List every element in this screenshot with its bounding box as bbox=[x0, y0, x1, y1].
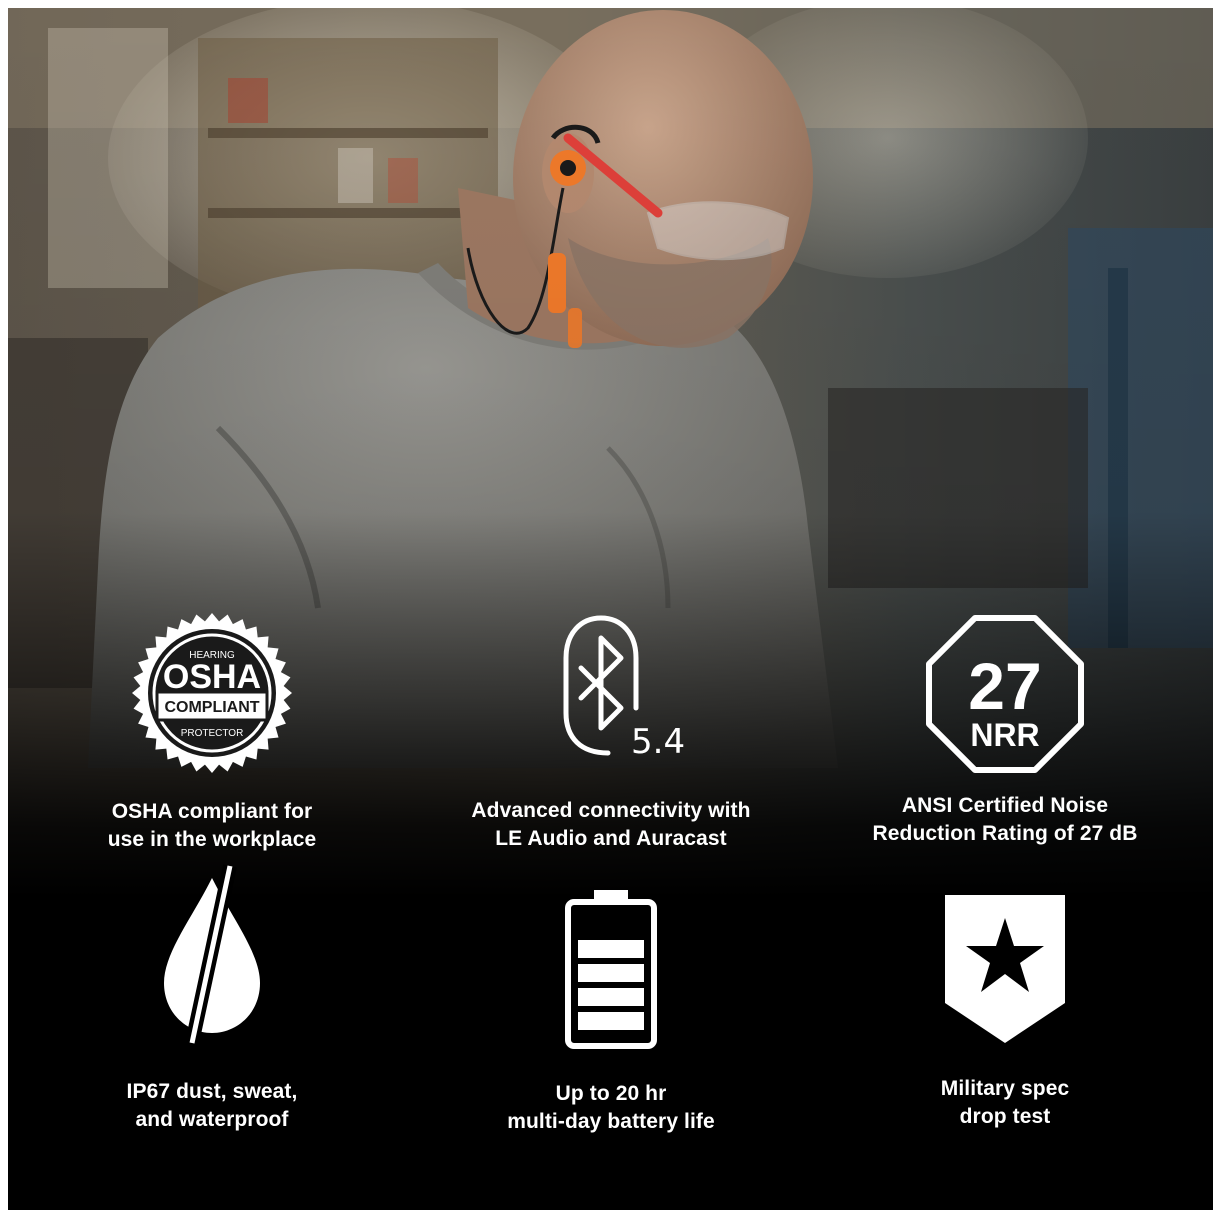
feature-military: Military spec drop test bbox=[825, 893, 1185, 1131]
feature-line: use in the workplace bbox=[107, 828, 317, 851]
feature-label: OSHA compliant for use in the workplace bbox=[32, 798, 392, 854]
feature-label: ANSI Certified Noise Reduction Rating of… bbox=[825, 792, 1185, 848]
osha-badge-icon: HEARING OSHA COMPLIANT PROTECTOR bbox=[132, 613, 292, 773]
osha-badge-main: OSHA bbox=[163, 658, 261, 696]
osha-badge-middle: COMPLIANT bbox=[164, 699, 259, 716]
feature-line: LE Audio and Auracast bbox=[495, 827, 727, 850]
feature-bluetooth: 5.4 Advanced connectivity with LE Audio … bbox=[431, 613, 791, 853]
nrr-octagon-icon: 27 NRR bbox=[926, 615, 1084, 773]
feature-osha: HEARING OSHA COMPLIANT PROTECTOR OSHA co… bbox=[32, 608, 392, 854]
feature-line: drop test bbox=[959, 1105, 1051, 1128]
feature-line: ANSI Certified Noise bbox=[901, 794, 1109, 817]
feature-line: Up to 20 hr bbox=[555, 1082, 667, 1105]
feature-battery: Up to 20 hr multi-day battery life bbox=[431, 888, 791, 1136]
feature-label: Up to 20 hr multi-day battery life bbox=[431, 1080, 791, 1136]
feature-line: Reduction Rating of 27 dB bbox=[872, 822, 1138, 845]
bluetooth-icon: 5.4 bbox=[563, 615, 685, 762]
feature-label: IP67 dust, sweat, and waterproof bbox=[32, 1078, 392, 1134]
waterproof-drop-icon bbox=[164, 864, 260, 1045]
nrr-unit: NRR bbox=[970, 717, 1039, 753]
feature-line: multi-day battery life bbox=[507, 1110, 715, 1133]
feature-label: Advanced connectivity with LE Audio and … bbox=[431, 797, 791, 853]
feature-line: OSHA compliant for bbox=[111, 800, 313, 823]
bluetooth-version: 5.4 bbox=[631, 722, 685, 762]
feature-line: IP67 dust, sweat, bbox=[126, 1080, 298, 1103]
feature-nrr: 27 NRR ANSI Certified Noise Reduction Ra… bbox=[825, 614, 1185, 848]
feature-waterproof: IP67 dust, sweat, and waterproof bbox=[32, 858, 392, 1134]
product-feature-banner: HEARING OSHA COMPLIANT PROTECTOR OSHA co… bbox=[8, 8, 1213, 1210]
military-shield-star-icon bbox=[945, 895, 1065, 1043]
osha-badge-bottom: PROTECTOR bbox=[181, 728, 244, 739]
feature-line: Advanced connectivity with bbox=[471, 799, 751, 822]
nrr-value: 27 bbox=[968, 649, 1041, 723]
feature-label: Military spec drop test bbox=[825, 1075, 1185, 1131]
feature-line: Military spec bbox=[940, 1077, 1070, 1100]
battery-icon bbox=[565, 890, 657, 1049]
feature-line: and waterproof bbox=[135, 1108, 289, 1131]
